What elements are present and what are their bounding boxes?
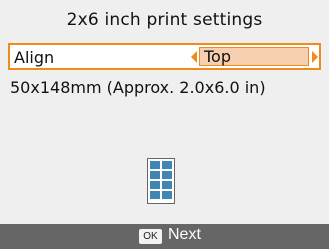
next-button[interactable]: Next — [168, 226, 201, 244]
print-size-info: 50x148mm (Approx. 2.0x6.0 in) — [10, 78, 266, 97]
page-title: 2x6 inch print settings — [66, 10, 263, 30]
align-value: Top — [204, 47, 231, 66]
preview-cell — [162, 181, 172, 189]
align-value-selector[interactable]: Top — [199, 47, 309, 66]
bottom-action-bar: OK Next — [0, 224, 329, 249]
align-label: Align — [14, 48, 55, 67]
arrow-right-icon[interactable] — [312, 51, 318, 63]
arrow-left-icon[interactable] — [191, 51, 197, 63]
preview-cell — [162, 171, 172, 179]
preview-cell — [150, 171, 160, 179]
align-setting-row[interactable]: Align Top — [8, 43, 321, 70]
preview-cell — [162, 191, 172, 199]
preview-cell — [150, 191, 160, 199]
print-layout-preview-icon — [147, 158, 175, 204]
print-settings-screen: 2x6 inch print settings Align Top 50x148… — [0, 0, 329, 249]
preview-cell — [162, 161, 172, 169]
ok-button-icon[interactable]: OK — [139, 229, 162, 244]
preview-cell — [150, 181, 160, 189]
preview-cell — [150, 161, 160, 169]
